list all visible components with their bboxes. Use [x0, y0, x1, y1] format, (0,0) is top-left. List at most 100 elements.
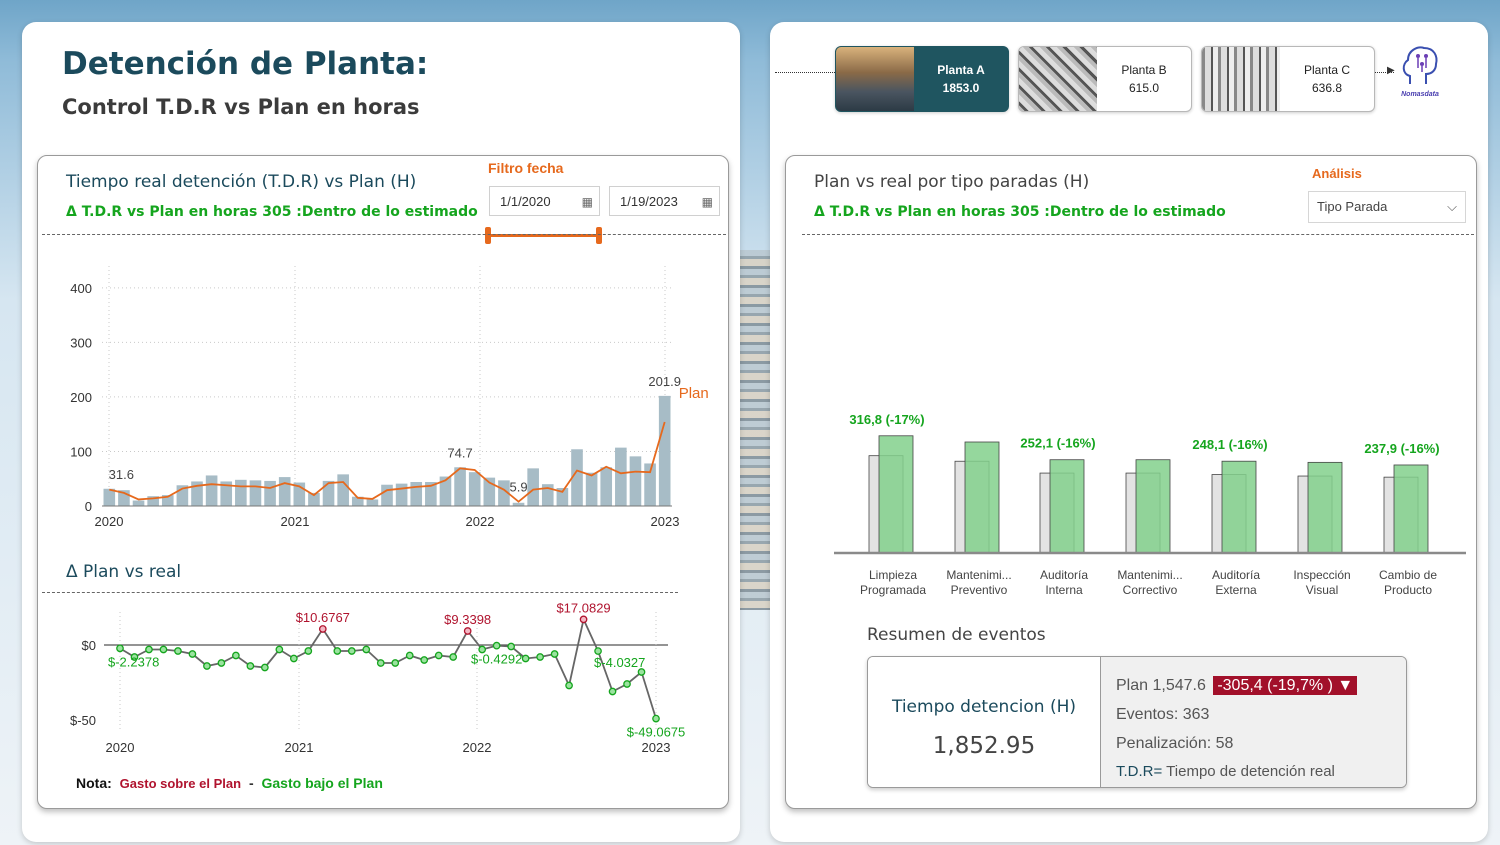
plant-value: 1853.0	[942, 81, 980, 95]
bar-real	[1307, 461, 1343, 554]
point-under-plan	[333, 647, 342, 655]
date-slider-handle-start[interactable]	[485, 227, 491, 244]
tdr-def: Tiempo de detención real	[1162, 763, 1335, 780]
category-label: Producto	[1384, 583, 1432, 597]
tdr-definition: T.D.R= Tiempo de detención real	[1116, 763, 1335, 780]
plant-name: Planta A	[937, 63, 985, 77]
point-under-plan	[507, 642, 515, 651]
plan-text: Plan 1,547.6	[1116, 677, 1206, 694]
divider	[802, 234, 1474, 235]
bar-tdr	[658, 395, 671, 506]
date-slider-handle-end[interactable]	[596, 227, 602, 244]
data-label: 237,9 (-16%)	[1364, 441, 1439, 456]
tipo-parada-dropdown[interactable]: Tipo Parada ⌵	[1308, 191, 1466, 223]
bar-real	[1049, 459, 1085, 554]
point-over-plan	[463, 627, 472, 635]
point-under-plan	[203, 662, 211, 670]
bar-tdr	[410, 482, 423, 506]
plant-b-image	[1019, 47, 1097, 111]
data-label: $10.6767	[296, 610, 350, 625]
point-under-plan	[652, 714, 660, 723]
date-to-input[interactable]: 1/19/2023 ▦	[609, 186, 720, 216]
tipo-paradas-title: Plan vs real por tipo paradas (H)	[814, 172, 1090, 192]
plant-b-button[interactable]: Planta B 615.0	[1018, 46, 1192, 112]
metric-label: Tiempo detencion (H)	[891, 697, 1077, 717]
note-separator: -	[248, 775, 254, 791]
bar-tdr	[381, 484, 393, 506]
point-under-plan	[217, 659, 226, 667]
date-from-input[interactable]: 1/1/2020 ▦	[489, 186, 600, 216]
data-label: 5.9	[509, 480, 527, 495]
category-label: Preventivo	[951, 583, 1008, 597]
category-label: Externa	[1215, 583, 1257, 597]
point-over-plan	[318, 625, 327, 633]
point-under-plan	[145, 645, 153, 654]
point-under-plan	[304, 647, 313, 655]
data-label: $-49.0675	[627, 725, 686, 740]
plant-c-button[interactable]: Planta C 636.8	[1201, 46, 1375, 112]
metric-value: 1,852.95	[932, 733, 1036, 759]
category-label: Visual	[1306, 583, 1338, 597]
category-label: Correctivo	[1123, 583, 1178, 597]
note-over-plan: Gasto sobre el Plan	[119, 776, 242, 791]
point-under-plan	[420, 656, 429, 664]
data-label: $-0.4292	[471, 652, 522, 667]
tdr-delta-text: Δ T.D.R vs Plan en horas 305 :Dentro de …	[66, 204, 478, 220]
divider	[42, 592, 678, 593]
point-under-plan	[449, 653, 458, 661]
summary-details-panel: Plan 1,547.6 -305,4 (-19,7% ) ▼ Eventos:…	[1100, 657, 1406, 787]
data-label: 201.9	[648, 374, 681, 389]
data-label: 74.7	[447, 445, 472, 460]
note: Nota: Gasto sobre el Plan - Gasto bajo e…	[76, 775, 383, 791]
point-under-plan	[159, 645, 168, 654]
plant-name: Planta C	[1303, 63, 1351, 77]
point-under-plan	[116, 644, 124, 653]
data-label: $-2.2378	[108, 654, 159, 669]
plan-series-label: Plan	[679, 385, 709, 402]
calendar-icon[interactable]: ▦	[582, 187, 593, 217]
x-tick-label: 2020	[95, 514, 124, 529]
category-label: Auditoría	[1040, 568, 1088, 582]
x-tick-label: 2020	[106, 740, 135, 755]
date-to-value: 1/19/2023	[620, 194, 678, 209]
calendar-icon[interactable]: ▦	[702, 187, 713, 217]
point-under-plan	[492, 641, 501, 650]
x-tick-label: 2021	[285, 740, 314, 755]
plant-name: Planta B	[1121, 63, 1167, 77]
brain-circuit-icon	[1402, 46, 1438, 84]
tipo-paradas-chart: LimpiezaProgramadaMantenimi...Preventivo…	[834, 412, 1466, 597]
x-tick-label: 2022	[463, 740, 492, 755]
category-label: Limpieza	[869, 568, 917, 582]
plant-a-button[interactable]: Planta A 1853.0	[835, 46, 1009, 112]
point-under-plan	[623, 680, 631, 688]
bar-tdr	[264, 480, 276, 506]
data-label: 31.6	[109, 467, 134, 482]
tdr-vs-plan-chart: 0 100 200 300 400 2020 2021 2022 2023 Plan 31.6 74.…	[70, 266, 709, 529]
x-tick-label: 2022	[466, 514, 495, 529]
bar-tdr	[366, 499, 379, 506]
data-label: 316,8 (-17%)	[849, 412, 924, 427]
category-label: Mantenimi...	[946, 568, 1011, 582]
plan-row: Plan 1,547.6 -305,4 (-19,7% ) ▼	[1116, 676, 1358, 695]
point-under-plan	[550, 650, 559, 658]
summary-title: Resumen de eventos	[867, 625, 1046, 645]
category-label: Cambio de	[1379, 568, 1437, 582]
chevron-down-icon: ⌵	[1447, 199, 1457, 214]
data-label: $17.0829	[556, 602, 610, 615]
tdr-card: Tiempo real detención (T.D.R) vs Plan (H…	[37, 155, 729, 809]
plant-a-image	[836, 47, 914, 111]
bar-tdr	[249, 480, 262, 506]
arrow-right-icon: ▶	[1387, 65, 1395, 76]
point-under-plan	[376, 659, 385, 667]
plant-c-image	[1202, 47, 1280, 111]
point-under-plan	[608, 687, 617, 696]
point-under-plan	[521, 654, 530, 663]
point-under-plan	[565, 681, 573, 690]
company-logo: Nomasdata	[1396, 42, 1444, 102]
point-under-plan	[174, 647, 182, 655]
analysis-label: Análisis	[1312, 166, 1362, 181]
category-label: Inspección	[1293, 568, 1350, 582]
bar-real	[1221, 460, 1257, 554]
point-under-plan	[536, 653, 544, 661]
point-under-plan	[391, 659, 400, 667]
